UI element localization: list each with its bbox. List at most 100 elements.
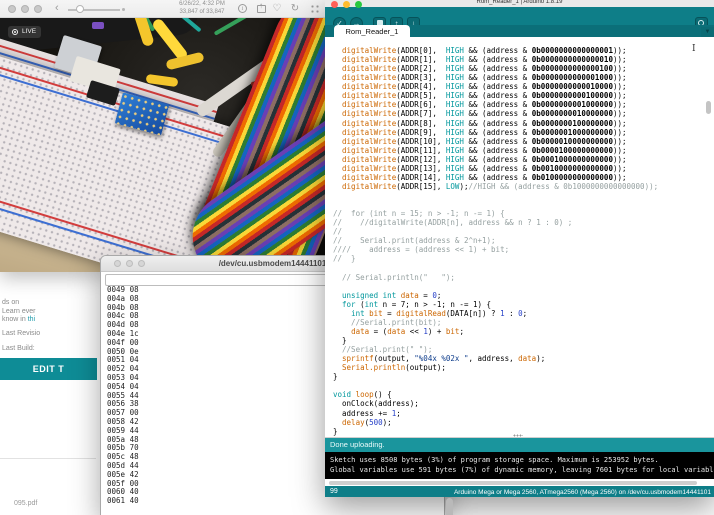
code-token: data bbox=[351, 327, 369, 336]
serial-line: 0053 04 bbox=[107, 373, 307, 382]
desktop: ds on Learn ever know in thi Last Revisi… bbox=[0, 0, 714, 515]
ide-toolbar: ✓ → ↑ ↓ bbox=[325, 7, 714, 25]
serial-line: 004b 08 bbox=[107, 303, 307, 312]
code-token: 0b0000100000000000 bbox=[532, 146, 613, 155]
code-token: (ADDR[9], bbox=[396, 128, 446, 137]
code-token: )); bbox=[613, 173, 627, 182]
photo-date: 6/26/22, 4:32 PM bbox=[170, 1, 234, 9]
code-token bbox=[333, 164, 342, 173]
code-token: for bbox=[342, 300, 356, 309]
info-icon[interactable]: i bbox=[238, 4, 247, 13]
tab-rom-reader-1[interactable]: Rom_Reader_1 bbox=[334, 25, 410, 37]
code-token bbox=[333, 128, 342, 137]
code-token: 0b0000000000000010 bbox=[532, 55, 613, 64]
code-token: && (address & bbox=[464, 128, 532, 137]
minimize-button[interactable] bbox=[21, 5, 29, 13]
edit-button[interactable]: EDIT T bbox=[0, 358, 97, 380]
webpage-link[interactable]: thi bbox=[28, 316, 35, 323]
code-token: HIGH bbox=[446, 164, 464, 173]
horizontal-scrollbar[interactable] bbox=[325, 479, 714, 486]
code-token: n = 7; n > -1; n -= 1) { bbox=[378, 300, 491, 309]
code-token: () { bbox=[374, 390, 392, 399]
code-token: ; bbox=[437, 291, 442, 300]
code-token: )); bbox=[613, 137, 627, 146]
zoom-slider-knob[interactable] bbox=[76, 5, 84, 13]
webpage-last-revision: Last Revisio bbox=[2, 330, 40, 337]
code-line bbox=[333, 282, 714, 291]
code-line: // //digitalWrite(ADDR[n], address && n … bbox=[333, 218, 714, 227]
code-token: //HIGH && (address & 0b1000000000000000)… bbox=[468, 182, 658, 191]
code-editor[interactable]: digitalWrite(ADDR[0], HIGH && (address &… bbox=[325, 37, 714, 437]
code-token: // for (int n = 15; n > -1; n -= 1) { bbox=[333, 209, 505, 218]
code-line: // bbox=[333, 227, 714, 236]
adjust-icon[interactable] bbox=[310, 4, 320, 14]
horizontal-scrollbar-thumb[interactable] bbox=[329, 481, 697, 485]
code-token: (ADDR[1], bbox=[396, 55, 446, 64]
code-token: HIGH bbox=[446, 109, 464, 118]
code-token: HIGH bbox=[446, 64, 464, 73]
code-token: (ADDR[13], bbox=[396, 164, 446, 173]
close-button[interactable] bbox=[331, 1, 338, 8]
code-token: )); bbox=[613, 46, 627, 55]
code-line: digitalWrite(ADDR[10], HIGH && (address … bbox=[333, 137, 714, 146]
code-scrollbar-thumb[interactable] bbox=[706, 101, 711, 114]
code-token: && (address & bbox=[464, 155, 532, 164]
code-token: (output, bbox=[374, 354, 415, 363]
code-line: int bit = digitalRead(DATA[n]) ? 1 : 0; bbox=[333, 309, 714, 318]
serial-line: 005e 42 bbox=[107, 470, 307, 479]
minimize-button[interactable] bbox=[343, 1, 350, 8]
code-token: LOW bbox=[446, 182, 460, 191]
code-token: (ADDR[11], bbox=[396, 146, 446, 155]
serial-line: 004f 00 bbox=[107, 338, 307, 347]
code-token: void bbox=[333, 390, 351, 399]
code-token bbox=[333, 146, 342, 155]
scrollbar-thumb[interactable] bbox=[446, 498, 453, 515]
code-token: 0b0000000000100000 bbox=[532, 91, 613, 100]
close-button[interactable] bbox=[8, 5, 16, 13]
code-token: 0b0000000001000000 bbox=[532, 100, 613, 109]
code-token bbox=[333, 291, 342, 300]
code-token: digitalWrite bbox=[342, 173, 396, 182]
code-token bbox=[333, 182, 342, 191]
code-token: (ADDR[5], bbox=[396, 91, 446, 100]
code-token: unsigned int bbox=[342, 291, 396, 300]
code-token: && (address & bbox=[464, 109, 532, 118]
serial-output: 0049 08004a 08004b 08004c 08004d 08004e … bbox=[107, 285, 307, 505]
photo-count: 33,847 of 33,847 bbox=[170, 9, 234, 17]
back-chevron-icon[interactable]: ‹ bbox=[55, 2, 59, 14]
code-line: digitalWrite(ADDR[13], HIGH && (address … bbox=[333, 164, 714, 173]
code-token bbox=[333, 418, 342, 427]
webpage-last-build: Last Build: bbox=[2, 345, 35, 352]
zoom-button[interactable] bbox=[34, 5, 42, 13]
tab-dropdown-button[interactable]: ▼ bbox=[701, 27, 714, 37]
code-line: digitalWrite(ADDR[5], HIGH && (address &… bbox=[333, 91, 714, 100]
code-token: << bbox=[405, 327, 423, 336]
code-token: 0b0000001000000000 bbox=[532, 128, 613, 137]
code-token bbox=[333, 327, 351, 336]
code-token: //Serial.print(" "); bbox=[333, 345, 432, 354]
code-token: HIGH bbox=[446, 100, 464, 109]
console-line: Global variables use 591 bytes (7%) of d… bbox=[330, 465, 714, 475]
code-token: digitalWrite bbox=[342, 128, 396, 137]
serial-line: 0058 42 bbox=[107, 417, 307, 426]
rotate-icon[interactable]: ↻ bbox=[288, 3, 302, 15]
code-token: && (address & bbox=[464, 73, 532, 82]
code-token: data bbox=[401, 291, 419, 300]
code-token bbox=[333, 137, 342, 146]
pdf-filename[interactable]: 095.pdf bbox=[14, 500, 37, 507]
code-token: // } bbox=[333, 254, 356, 263]
code-token: ; bbox=[396, 409, 401, 418]
code-line: digitalWrite(ADDR[14], HIGH && (address … bbox=[333, 173, 714, 182]
code-line: digitalWrite(ADDR[2], HIGH && (address &… bbox=[333, 64, 714, 73]
code-token: && (address & bbox=[464, 91, 532, 100]
code-token: = bbox=[383, 309, 397, 318]
favorite-heart-icon[interactable]: ♡ bbox=[270, 3, 284, 15]
code-token: HIGH bbox=[446, 119, 464, 128]
code-token bbox=[333, 91, 342, 100]
code-token: 0b0000000000000100 bbox=[532, 64, 613, 73]
ide-bottom-bar: 99 Arduino Mega or Mega 2560, ATmega2560… bbox=[325, 486, 714, 497]
zoom-button[interactable] bbox=[355, 1, 362, 8]
code-token: digitalRead bbox=[396, 309, 446, 318]
code-token bbox=[333, 354, 342, 363]
code-line: } bbox=[333, 372, 714, 381]
